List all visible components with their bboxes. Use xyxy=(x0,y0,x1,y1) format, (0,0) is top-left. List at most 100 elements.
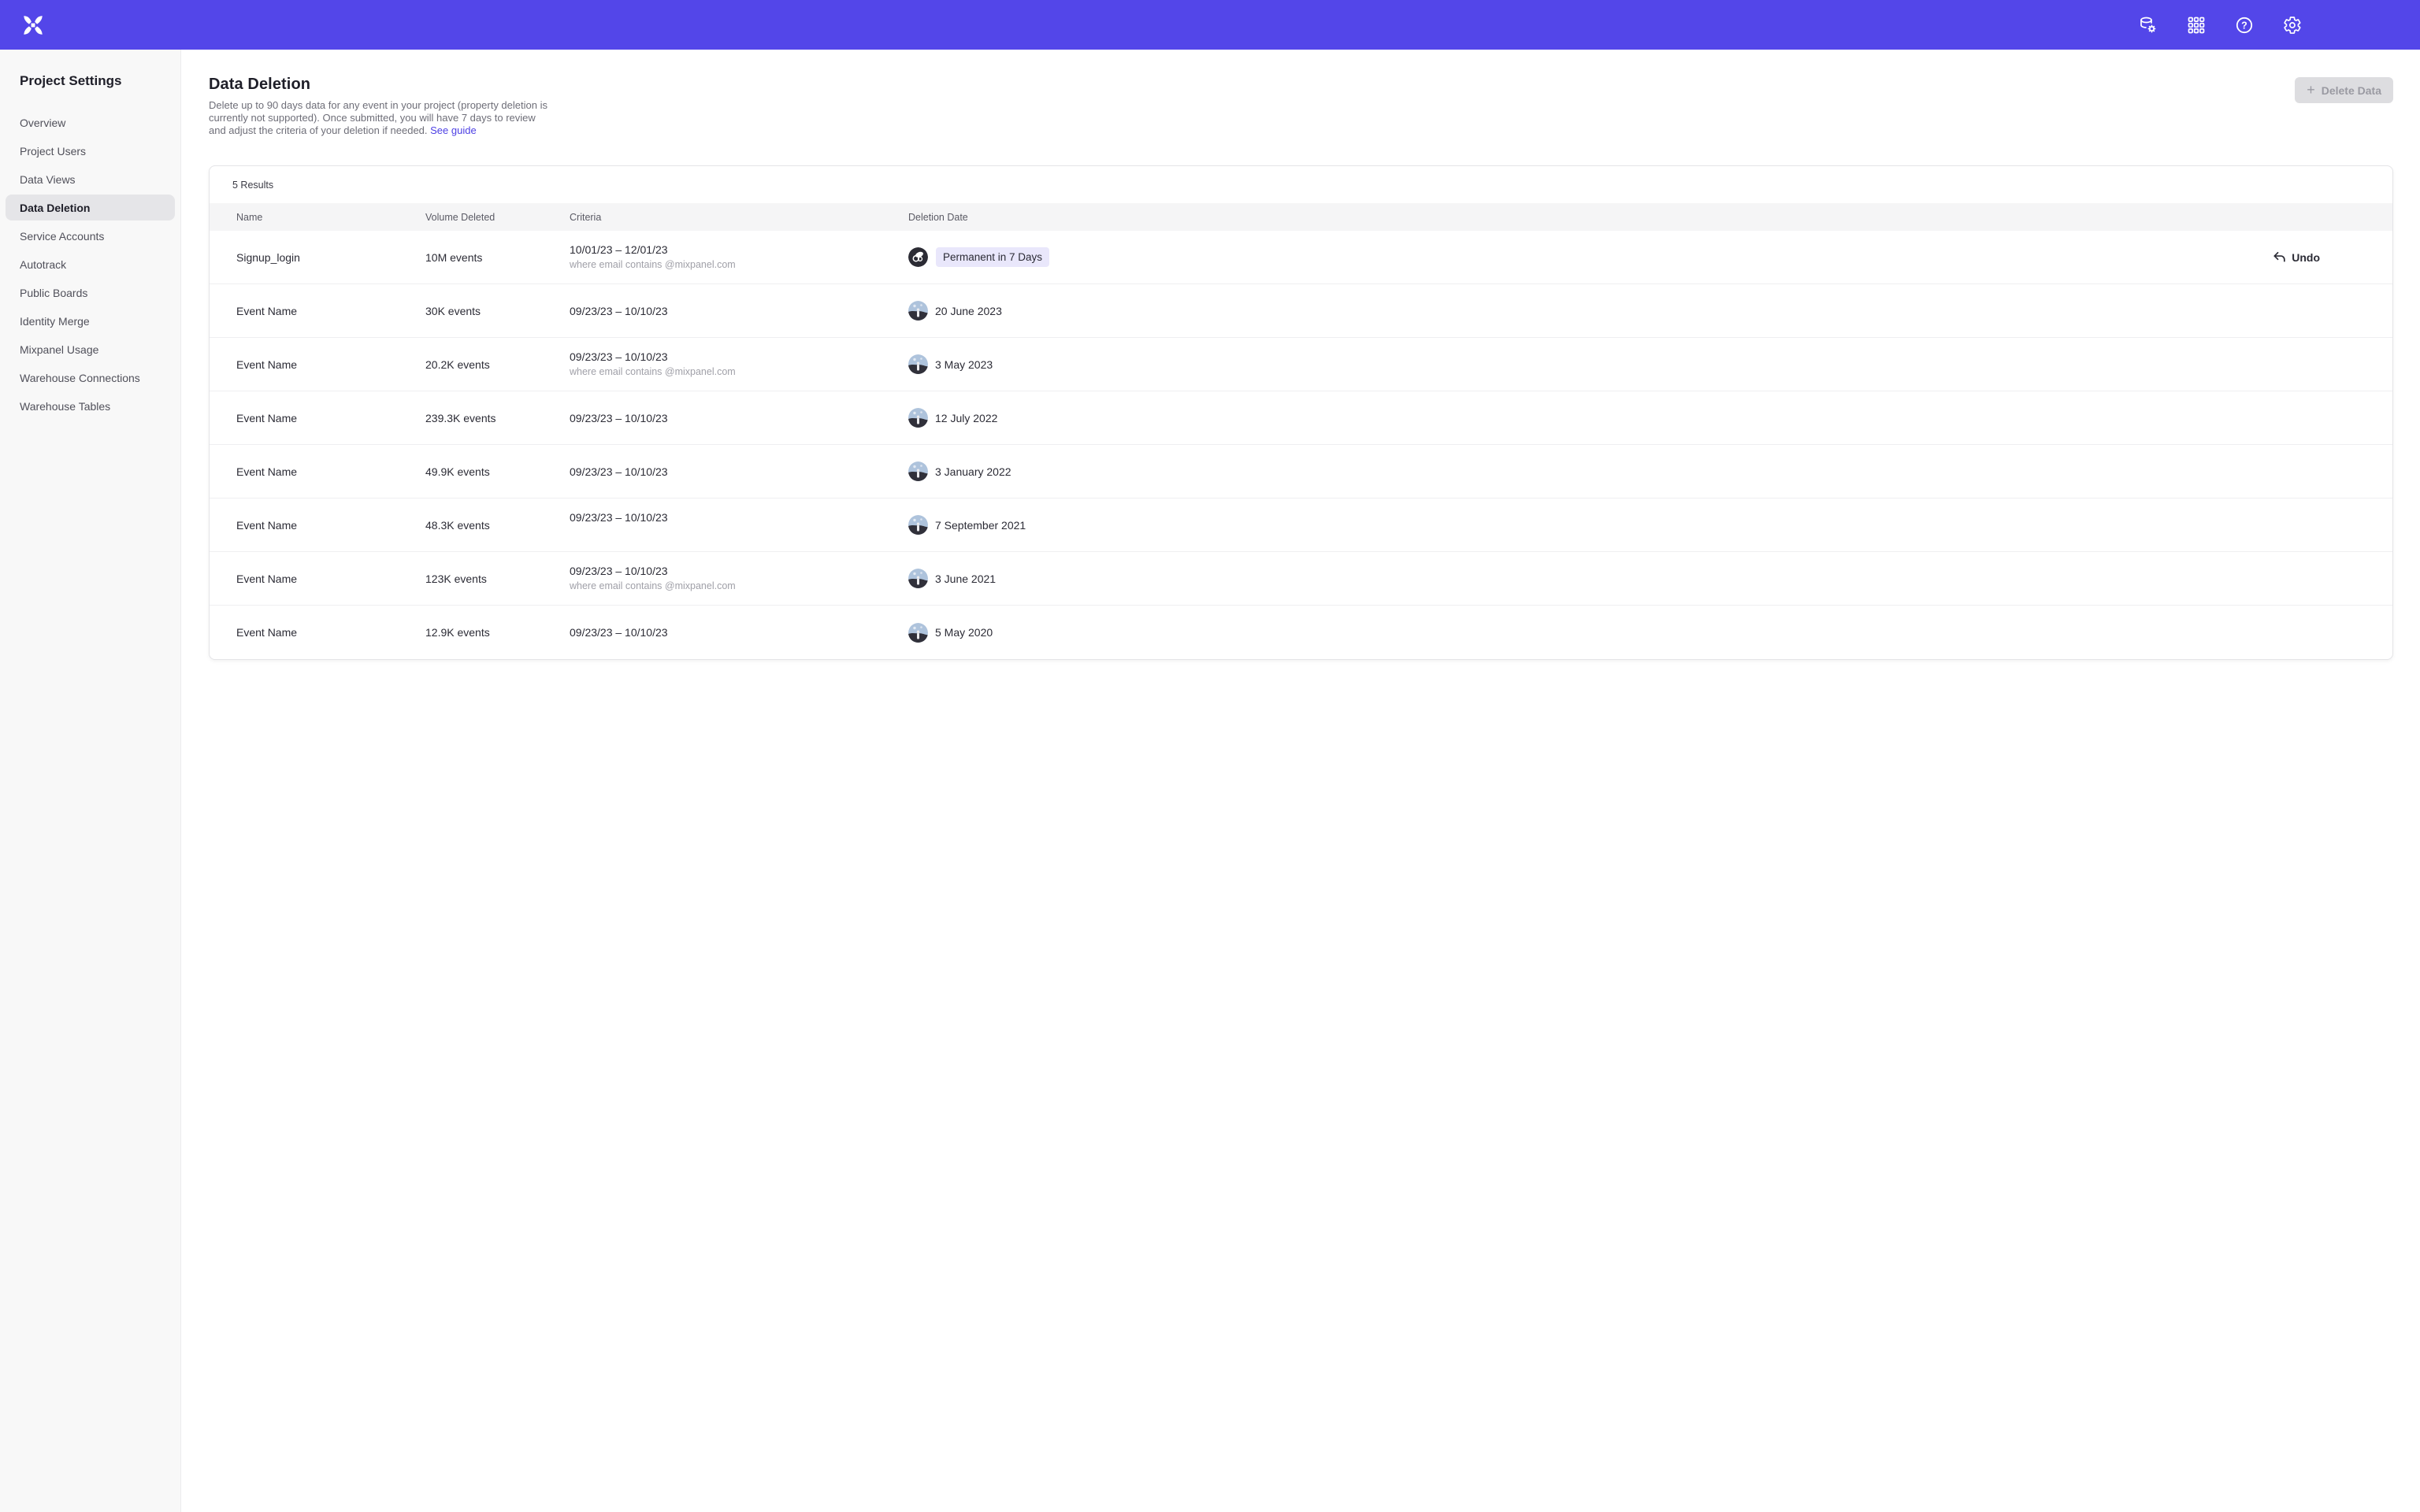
table-row[interactable]: Event Name 12.9K events 09/23/23 – 10/10… xyxy=(210,606,2392,659)
deletion-date: 3 June 2021 xyxy=(935,573,996,585)
deletion-date-cell: 3 January 2022 xyxy=(908,461,2392,481)
deletion-date: 3 May 2023 xyxy=(935,358,993,371)
status-badge: Permanent in 7 Days xyxy=(936,247,1049,267)
apps-grid-icon[interactable] xyxy=(2187,16,2206,35)
criteria-subtext xyxy=(570,527,908,539)
volume-deleted: 12.9K events xyxy=(425,626,570,639)
criteria-date-range: 09/23/23 – 10/10/23 xyxy=(570,412,908,424)
criteria-date-range: 09/23/23 – 10/10/23 xyxy=(570,350,908,363)
sidebar-item-label: Service Accounts xyxy=(20,230,104,243)
undo-label: Undo xyxy=(2292,251,2320,264)
deletion-date: 7 September 2021 xyxy=(935,519,1026,532)
criteria-subtext: where email contains @mixpanel.com xyxy=(570,366,908,378)
page-description-text: Delete up to 90 days data for any event … xyxy=(209,99,547,136)
volume-deleted: 30K events xyxy=(425,305,570,317)
table-row[interactable]: Signup_login 10M events 10/01/23 – 12/01… xyxy=(210,231,2392,284)
volume-deleted: 239.3K events xyxy=(425,412,570,424)
svg-text:?: ? xyxy=(2241,20,2247,31)
topbar: ? xyxy=(0,0,2420,50)
table-header: Name Volume Deleted Criteria Deletion Da… xyxy=(210,203,2392,231)
user-avatar xyxy=(908,301,928,321)
sidebar-item-warehouse-tables[interactable]: Warehouse Tables xyxy=(6,393,175,419)
criteria-subtext: where email contains @mixpanel.com xyxy=(570,259,908,271)
undo-button[interactable]: Undo xyxy=(2271,250,2320,264)
event-name: Event Name xyxy=(236,412,425,424)
sidebar-item-service-accounts[interactable]: Service Accounts xyxy=(6,223,175,249)
sidebar-item-warehouse-connections[interactable]: Warehouse Connections xyxy=(6,365,175,391)
criteria-date-range: 09/23/23 – 10/10/23 xyxy=(570,465,908,478)
volume-deleted: 48.3K events xyxy=(425,519,570,532)
user-avatar xyxy=(908,569,928,588)
column-header-volume-deleted: Volume Deleted xyxy=(425,212,570,223)
sidebar-item-data-views[interactable]: Data Views xyxy=(6,166,175,192)
event-name: Event Name xyxy=(236,626,425,639)
undo-icon xyxy=(2271,250,2286,264)
criteria-cell: 09/23/23 – 10/10/23 xyxy=(570,511,908,539)
sidebar-item-data-deletion[interactable]: Data Deletion xyxy=(6,195,175,220)
user-avatar xyxy=(908,247,928,267)
see-guide-link[interactable]: See guide xyxy=(430,124,477,136)
sidebar-item-label: Mixpanel Usage xyxy=(20,343,98,356)
user-avatar xyxy=(908,515,928,535)
sidebar-item-label: Identity Merge xyxy=(20,315,90,328)
criteria-cell: 09/23/23 – 10/10/23 xyxy=(570,305,908,317)
sidebar-item-public-boards[interactable]: Public Boards xyxy=(6,280,175,306)
data-management-icon[interactable] xyxy=(2139,16,2158,35)
table-row[interactable]: Event Name 123K events 09/23/23 – 10/10/… xyxy=(210,552,2392,606)
event-name: Event Name xyxy=(236,519,425,532)
sidebar-item-label: Overview xyxy=(20,117,65,129)
deletion-date-cell: 5 May 2020 xyxy=(908,623,2392,643)
topbar-icon-group: ? xyxy=(2139,16,2302,35)
event-name: Event Name xyxy=(236,465,425,478)
sidebar-item-label: Data Deletion xyxy=(20,202,90,214)
user-avatar xyxy=(908,408,928,428)
criteria-cell: 09/23/23 – 10/10/23 where email contains… xyxy=(570,350,908,378)
criteria-date-range: 09/23/23 – 10/10/23 xyxy=(570,565,908,577)
table-row[interactable]: Event Name 239.3K events 09/23/23 – 10/1… xyxy=(210,391,2392,445)
plus-icon: + xyxy=(2307,83,2315,97)
sidebar-nav: Overview Project Users Data Views Data Dele… xyxy=(0,109,180,419)
mixpanel-logo-icon[interactable] xyxy=(21,14,45,36)
column-header-name: Name xyxy=(236,212,425,223)
volume-deleted: 20.2K events xyxy=(425,358,570,371)
sidebar-item-label: Data Views xyxy=(20,173,76,186)
deletion-date-cell: 3 June 2021 xyxy=(908,569,2392,588)
table-row[interactable]: Event Name 20.2K events 09/23/23 – 10/10… xyxy=(210,338,2392,391)
column-header-deletion-date: Deletion Date xyxy=(908,212,2392,223)
sidebar-item-mixpanel-usage[interactable]: Mixpanel Usage xyxy=(6,336,175,362)
settings-gear-icon[interactable] xyxy=(2283,16,2302,35)
column-header-criteria: Criteria xyxy=(570,212,908,223)
deletion-date-cell: 3 May 2023 xyxy=(908,354,2392,374)
deletion-date: 3 January 2022 xyxy=(935,465,1011,478)
table-row[interactable]: Event Name 49.9K events 09/23/23 – 10/10… xyxy=(210,445,2392,498)
sidebar-item-autotrack[interactable]: Autotrack xyxy=(6,251,175,277)
event-name: Event Name xyxy=(236,573,425,585)
page-description: Delete up to 90 days data for any event … xyxy=(209,99,555,137)
delete-data-button-label: Delete Data xyxy=(2322,84,2381,97)
deletion-date-cell: 20 June 2023 xyxy=(908,301,2392,321)
criteria-date-range: 09/23/23 – 10/10/23 xyxy=(570,626,908,639)
criteria-cell: 09/23/23 – 10/10/23 where email contains… xyxy=(570,565,908,592)
delete-data-button[interactable]: + Delete Data xyxy=(2295,77,2393,103)
table-row[interactable]: Event Name 30K events 09/23/23 – 10/10/2… xyxy=(210,284,2392,338)
sidebar-item-label: Public Boards xyxy=(20,287,87,299)
help-icon[interactable]: ? xyxy=(2235,16,2254,35)
deletion-date: 12 July 2022 xyxy=(935,412,997,424)
deletion-date-cell: 7 September 2021 xyxy=(908,515,2392,535)
sidebar-item-label: Autotrack xyxy=(20,258,66,271)
volume-deleted: 49.9K events xyxy=(425,465,570,478)
sidebar-item-overview[interactable]: Overview xyxy=(6,109,175,135)
sidebar-item-identity-merge[interactable]: Identity Merge xyxy=(6,308,175,334)
table-row[interactable]: Event Name 48.3K events 09/23/23 – 10/10… xyxy=(210,498,2392,552)
criteria-subtext: where email contains @mixpanel.com xyxy=(570,580,908,592)
sidebar-item-project-users[interactable]: Project Users xyxy=(6,138,175,164)
table-body: Signup_login 10M events 10/01/23 – 12/01… xyxy=(210,231,2392,659)
main-content: Data Deletion Delete up to 90 days data … xyxy=(181,50,2420,1512)
criteria-date-range: 09/23/23 – 10/10/23 xyxy=(570,511,908,524)
deletion-date: 20 June 2023 xyxy=(935,305,1002,317)
criteria-cell: 09/23/23 – 10/10/23 xyxy=(570,465,908,478)
event-name: Event Name xyxy=(236,305,425,317)
results-count: 5 Results xyxy=(210,166,2392,203)
criteria-date-range: 10/01/23 – 12/01/23 xyxy=(570,243,908,256)
criteria-cell: 09/23/23 – 10/10/23 xyxy=(570,412,908,424)
